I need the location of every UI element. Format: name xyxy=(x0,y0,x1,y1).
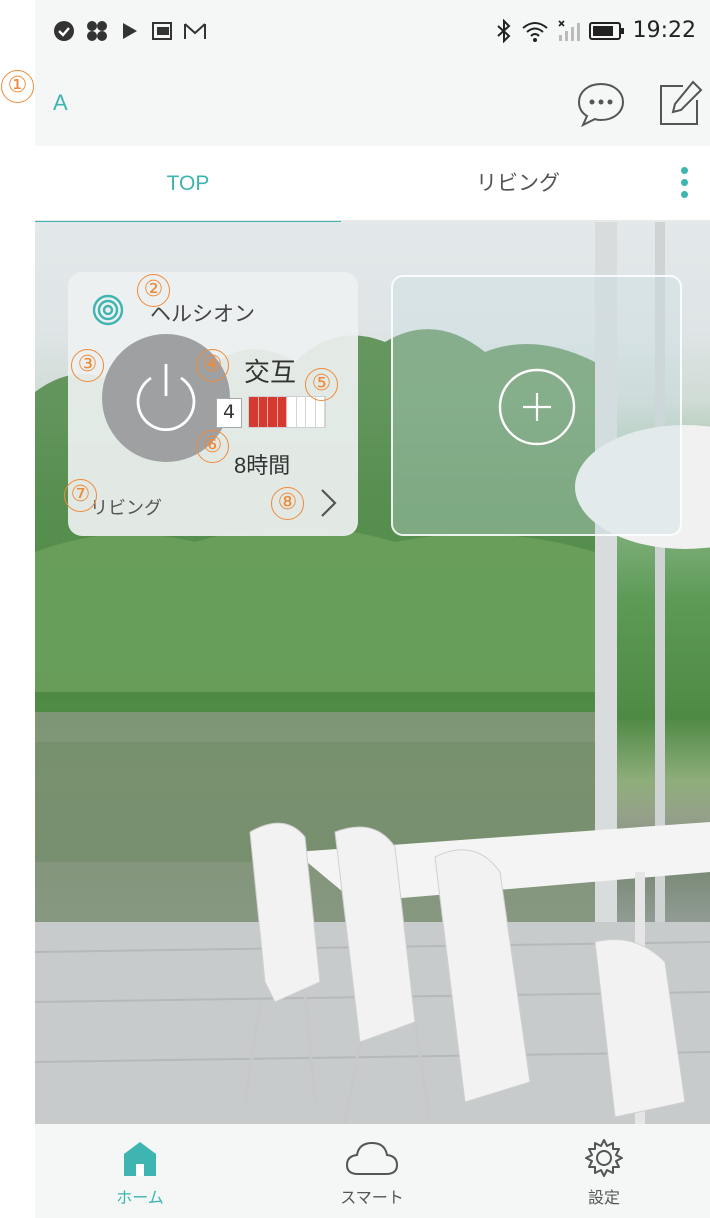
nav-settings[interactable]: 設定 xyxy=(529,1138,679,1208)
annotation-7: ⑦ xyxy=(64,479,97,512)
level-segment xyxy=(306,397,316,427)
tab-more-button[interactable] xyxy=(678,164,690,204)
annotation-6: ⑥ xyxy=(196,430,229,463)
edit-button[interactable] xyxy=(653,78,705,130)
power-icon xyxy=(136,364,196,431)
bottom-navigation: ホーム スマート 設定 xyxy=(35,1124,710,1218)
timer-label: 8時間 xyxy=(234,453,291,478)
play-icon xyxy=(123,23,137,39)
chat-icon xyxy=(577,82,625,128)
nav-settings-label: 設定 xyxy=(587,1190,620,1207)
nav-smart-label: スマート xyxy=(340,1190,404,1207)
annotation-5: ⑤ xyxy=(305,368,338,401)
device-logo-icon xyxy=(92,294,124,326)
level-segment xyxy=(258,397,268,427)
check-circle-icon xyxy=(54,21,74,41)
bluetooth-icon xyxy=(496,18,511,43)
annotation-1: ① xyxy=(1,70,34,103)
tab-living[interactable]: リビング xyxy=(365,146,671,222)
add-icon[interactable] xyxy=(497,367,577,447)
status-bar: 19:22 xyxy=(35,0,710,64)
nav-smart[interactable]: スマート xyxy=(297,1138,447,1208)
annotation-4: ④ xyxy=(196,349,229,382)
sim-icon xyxy=(152,22,172,40)
nav-home[interactable]: ホーム xyxy=(65,1138,215,1208)
annotation-2: ② xyxy=(137,274,170,307)
device-name: ヘルシオン xyxy=(150,303,255,326)
more-vertical-icon xyxy=(680,167,688,174)
room-label: リビング xyxy=(90,498,162,518)
nav-home-label: ホーム xyxy=(116,1190,164,1207)
fan-icon xyxy=(87,21,107,41)
system-indicators: 19:22 xyxy=(495,18,696,43)
level-segment xyxy=(297,397,306,427)
annotation-8: ⑧ xyxy=(271,487,304,520)
annotation-3: ③ xyxy=(71,349,104,382)
home-icon xyxy=(124,1142,156,1176)
profile-name[interactable]: A xyxy=(53,90,68,116)
level-bar xyxy=(248,396,326,428)
tab-top[interactable]: TOP xyxy=(35,146,341,224)
app-header: A xyxy=(35,64,710,146)
battery-icon xyxy=(588,21,624,40)
signal-icon xyxy=(558,19,580,41)
level-segment xyxy=(287,397,297,427)
wifi-icon xyxy=(521,21,548,42)
level-segment xyxy=(316,397,325,427)
chevron-right-icon[interactable] xyxy=(318,486,340,520)
gear-icon xyxy=(585,1139,623,1177)
notification-icons xyxy=(53,20,207,42)
level-segment xyxy=(277,397,287,427)
gmail-icon xyxy=(184,23,206,39)
cloud-icon xyxy=(345,1141,399,1175)
device-card[interactable]: ヘルシオン 交互 4 8時間 リビング xyxy=(68,272,358,536)
level-segment xyxy=(268,397,278,427)
tab-bar: TOP リビング xyxy=(35,146,710,224)
airflow-mode: 交互 xyxy=(244,357,297,387)
level-number: 4 xyxy=(216,398,242,428)
edit-icon xyxy=(660,80,703,125)
add-device-card[interactable] xyxy=(391,275,682,536)
chat-button[interactable] xyxy=(575,78,627,130)
clock: 19:22 xyxy=(632,18,696,43)
level-segment xyxy=(249,397,259,427)
